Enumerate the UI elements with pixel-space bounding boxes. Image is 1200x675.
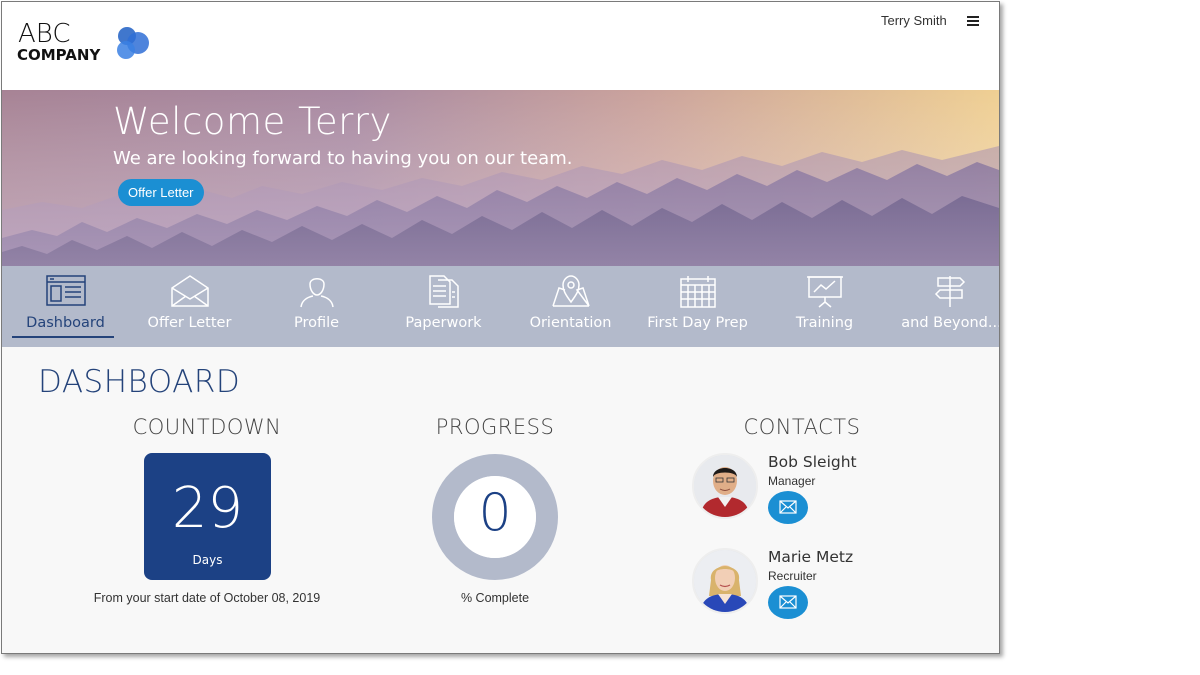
contact-role: Recruiter: [768, 569, 817, 583]
nav-training[interactable]: Training: [761, 266, 888, 347]
contacts-title: CONTACTS: [743, 415, 861, 439]
countdown-tile: 29 Days: [144, 453, 271, 580]
nav-label: Offer Letter: [147, 315, 232, 331]
avatar-photo-recruiter: [694, 550, 756, 612]
nav-label: Orientation: [529, 315, 612, 331]
page-title: DASHBOARD: [38, 364, 241, 400]
calendar-icon: [680, 276, 716, 308]
top-bar: ABC COMPANY Terry Smith: [2, 2, 999, 90]
countdown-unit: Days: [192, 553, 223, 567]
nav-first-day-prep[interactable]: First Day Prep: [634, 266, 761, 347]
presentation-board-icon: [807, 276, 843, 308]
contact-role: Manager: [768, 474, 816, 488]
progress-title: PROGRESS: [435, 415, 555, 439]
hamburger-icon[interactable]: [967, 16, 979, 26]
nav-label: Paperwork: [405, 315, 482, 331]
avatar-photo-manager: [694, 455, 756, 517]
contact-name: Marie Metz: [768, 548, 854, 566]
nav-label: Dashboard: [26, 315, 105, 331]
nav-paperwork[interactable]: Paperwork: [380, 266, 507, 347]
welcome-title: Welcome Terry: [113, 100, 392, 143]
documents-icon: [429, 275, 459, 308]
logo-circles-icon: [117, 27, 149, 59]
logo-text-top: ABC: [18, 19, 71, 49]
map-pin-icon: [552, 275, 590, 307]
company-logo[interactable]: ABC COMPANY: [17, 20, 157, 70]
nav-profile[interactable]: Profile: [253, 266, 380, 347]
nav-and-beyond[interactable]: and Beyond...: [888, 266, 1000, 347]
dashboard-window-icon: [46, 275, 86, 306]
offer-letter-button[interactable]: Offer Letter: [118, 179, 204, 206]
nav-label: First Day Prep: [647, 315, 748, 331]
countdown-title: COUNTDOWN: [132, 415, 282, 439]
signpost-icon: [934, 276, 966, 307]
logo-text-bottom: COMPANY: [17, 46, 101, 64]
welcome-subtitle: We are looking forward to having you on …: [113, 148, 573, 169]
avatar: [692, 453, 758, 519]
welcome-banner: Welcome Terry We are looking forward to …: [2, 90, 999, 266]
mail-icon: [779, 500, 797, 514]
progress-value: 0: [478, 483, 512, 543]
active-tab-indicator: [12, 336, 114, 338]
contact-name: Bob Sleight: [768, 453, 857, 471]
nav-orientation[interactable]: Orientation: [507, 266, 634, 347]
user-name[interactable]: Terry Smith: [881, 13, 947, 28]
email-manager-button[interactable]: [768, 491, 808, 524]
email-recruiter-button[interactable]: [768, 586, 808, 619]
dashboard-content: DASHBOARD COUNTDOWN 29 Days From your st…: [2, 347, 999, 653]
nav-label: Profile: [293, 315, 340, 331]
countdown-value: 29: [171, 476, 244, 541]
contact-card: Marie Metz Recruiter: [692, 548, 942, 628]
contact-card: Bob Sleight Manager: [692, 453, 942, 533]
nav-offer-letter[interactable]: Offer Letter: [126, 266, 253, 347]
main-nav: Dashboard Offer Letter Profile Paperwork: [2, 266, 999, 347]
nav-dashboard[interactable]: Dashboard: [2, 266, 129, 347]
envelope-icon: [171, 275, 209, 307]
mail-icon: [779, 595, 797, 609]
nav-label: Training: [795, 315, 854, 331]
countdown-note: From your start date of October 08, 2019: [93, 591, 321, 605]
nav-label: and Beyond...: [901, 315, 1000, 331]
app-window: ABC COMPANY Terry Smith Welcome Terry We…: [1, 1, 1000, 654]
progress-note: % Complete: [460, 591, 530, 605]
user-icon: [300, 278, 334, 308]
avatar: [692, 548, 758, 614]
